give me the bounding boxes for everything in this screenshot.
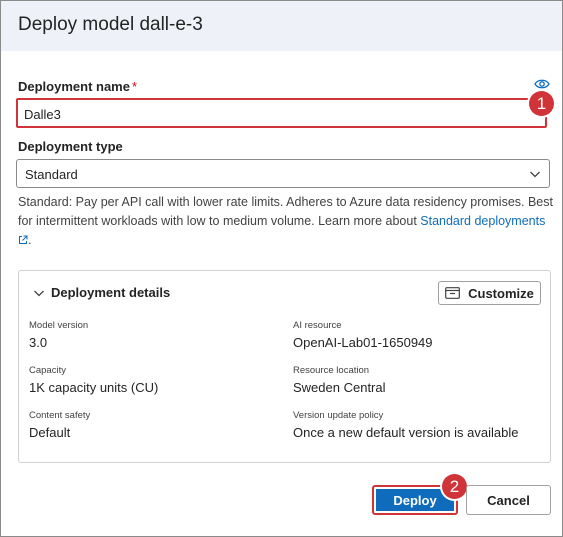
deployment-type-select[interactable]: Standard: [16, 159, 550, 188]
eye-icon[interactable]: [534, 78, 550, 90]
deployment-type-description: Standard: Pay per API call with lower ra…: [18, 195, 553, 247]
model-version-label: Model version: [29, 320, 89, 331]
resource-location-item: Resource location Sweden Central: [293, 365, 386, 395]
resource-location-value: Sweden Central: [293, 380, 386, 395]
capacity-label: Capacity: [29, 365, 66, 376]
model-version-value: 3.0: [29, 335, 48, 350]
deployment-name-label-text: Deployment name: [18, 79, 130, 94]
model-version-item: Model version 3.0: [29, 320, 88, 350]
cancel-button[interactable]: Cancel: [466, 485, 551, 515]
capacity-item: Capacity 1K capacity units (CU): [29, 365, 158, 395]
external-link-icon[interactable]: [18, 235, 28, 245]
deployment-details-title: Deployment details: [51, 285, 171, 300]
ai-resource-label: AI resource: [293, 320, 342, 331]
ai-resource-value: OpenAI-Lab01-1650949: [293, 335, 433, 350]
customize-button[interactable]: Customize: [438, 281, 541, 305]
customize-label: Customize: [468, 285, 534, 301]
standard-deployments-link-text[interactable]: Standard deployments: [420, 214, 545, 228]
deployment-type-value: Standard: [25, 167, 78, 182]
capacity-value: 1K capacity units (CU): [29, 380, 159, 395]
deployment-details-toggle[interactable]: Deployment details: [33, 285, 170, 300]
step-2-callout: 2: [442, 474, 467, 499]
step-1-callout: 1: [529, 91, 554, 116]
required-marker: *: [131, 79, 138, 94]
deployment-name-field[interactable]: [16, 98, 547, 128]
version-update-policy-item: Version update policy Once a new default…: [293, 410, 518, 440]
deployment-name-input[interactable]: [24, 104, 514, 124]
chevron-down-icon: [530, 171, 540, 178]
dialog-title: Deploy model dall-e-3: [18, 14, 203, 35]
deployment-details-panel: Deployment details Customize Model versi…: [18, 270, 551, 463]
ai-resource-item: AI resource OpenAI-Lab01-1650949: [293, 320, 433, 350]
content-safety-value: Default: [29, 425, 71, 440]
deployment-type-label: Deployment type: [18, 139, 123, 154]
resource-location-label: Resource location: [293, 365, 370, 376]
dialog-header: Deploy model dall-e-3: [1, 1, 562, 51]
version-update-policy-label: Version update policy: [293, 410, 384, 421]
content-safety-label: Content safety: [29, 410, 91, 421]
customize-icon: [445, 287, 461, 299]
content-safety-item: Content safety Default: [29, 410, 90, 440]
chevron-down-icon: [34, 290, 44, 296]
version-update-policy-value: Once a new default version is available: [293, 425, 519, 440]
deployment-name-label: Deployment name *: [18, 79, 137, 94]
deploy-model-dialog: Deploy model dall-e-3 Deployment name* 1…: [0, 0, 563, 537]
